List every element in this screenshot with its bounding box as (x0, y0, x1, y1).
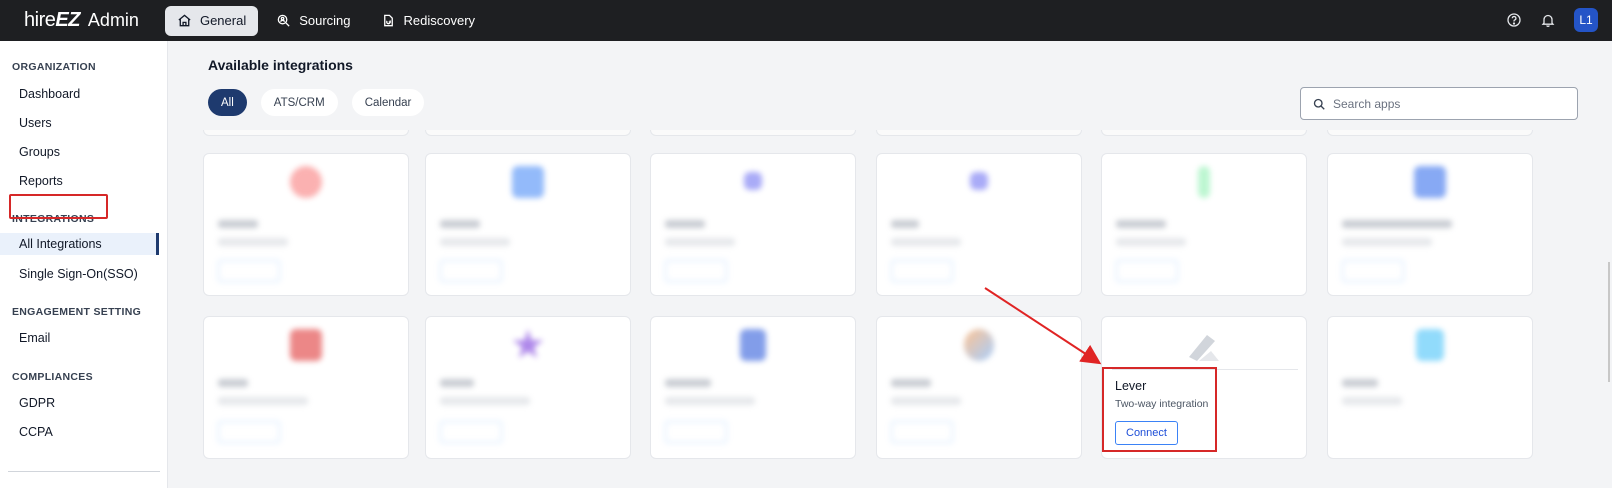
integration-card[interactable] (203, 153, 409, 296)
integration-card[interactable] (425, 153, 631, 296)
app-logo-icon (1416, 329, 1444, 361)
section-engagement-setting: ENGAGEMENT SETTING (12, 306, 142, 318)
sidebar-item-all-integrations[interactable]: All Integrations (0, 233, 159, 255)
rediscovery-icon (383, 14, 393, 27)
filter-ats-crm[interactable]: ATS/CRM (260, 89, 338, 116)
tab-general-label: General (199, 13, 247, 28)
section-compliances: COMPLIANCES (12, 371, 93, 383)
user-avatar[interactable]: L1 (1574, 8, 1598, 32)
brand-admin: Admin (87, 10, 139, 30)
filter-all[interactable]: All (208, 89, 247, 116)
app-logo-icon (290, 329, 322, 361)
app-logo-icon (1198, 166, 1210, 198)
sidebar-item-gdpr[interactable]: GDPR (0, 392, 167, 414)
lever-subtitle: Two-way integration (1115, 398, 1209, 410)
nav-tabs: General Sourcing Rediscovery (164, 5, 488, 36)
bell-icon[interactable] (1540, 12, 1556, 28)
app-logo-icon (290, 166, 322, 198)
help-icon[interactable] (1506, 12, 1522, 28)
sidebar-item-sso[interactable]: Single Sign-On(SSO) (0, 263, 167, 285)
app-logo-icon (744, 172, 762, 190)
app-logo-icon (512, 166, 544, 198)
sidebar-item-ccpa[interactable]: CCPA (0, 421, 167, 443)
app-logo-icon (964, 329, 994, 361)
integration-card[interactable] (425, 316, 631, 459)
card-divider (1112, 369, 1298, 370)
app-logo-icon (1414, 166, 1446, 198)
search-box[interactable] (1300, 87, 1578, 120)
card-edge (876, 130, 1082, 136)
tab-sourcing-label: Sourcing (299, 13, 351, 28)
tab-rediscovery[interactable]: Rediscovery (369, 6, 488, 36)
integration-card[interactable] (203, 316, 409, 459)
search-people-icon (277, 14, 290, 27)
sidebar: ORGANIZATION Dashboard Users Groups Repo… (0, 41, 168, 488)
home-icon (178, 14, 191, 27)
sidebar-item-users[interactable]: Users (0, 112, 167, 134)
app-logo-icon (970, 172, 988, 190)
search-icon (1313, 98, 1325, 110)
card-edge (425, 130, 631, 136)
card-edge (1101, 130, 1307, 136)
brand-hire: hire (24, 9, 56, 31)
integration-card[interactable] (650, 153, 856, 296)
page-title: Available integrations (208, 57, 353, 73)
integration-card[interactable] (876, 153, 1082, 296)
main-content: Available integrations All ATS/CRM Calen… (168, 41, 1612, 488)
filter-pills: All ATS/CRM Calendar (208, 89, 425, 116)
connect-button[interactable]: Connect (1115, 421, 1178, 445)
sidebar-item-email[interactable]: Email (0, 327, 167, 349)
card-edge (203, 130, 409, 136)
lever-card[interactable]: Lever Two-way integration Connect (1101, 316, 1307, 459)
section-organization: ORGANIZATION (12, 61, 96, 73)
top-bar: hire EZ Admin General Sourcing Rediscove… (0, 0, 1612, 41)
brand-ez: EZ (55, 9, 80, 31)
card-edge (650, 130, 856, 136)
integration-card[interactable] (1101, 153, 1307, 296)
card-edge (1327, 130, 1533, 136)
sidebar-item-groups[interactable]: Groups (0, 141, 167, 163)
integration-card[interactable] (876, 316, 1082, 459)
brand-logo[interactable]: hire EZ Admin (24, 9, 139, 32)
lever-logo-icon (1189, 335, 1219, 361)
tab-general[interactable]: General (164, 5, 259, 36)
search-input[interactable] (1333, 96, 1563, 111)
integration-card[interactable] (650, 316, 856, 459)
sidebar-item-reports[interactable]: Reports (0, 170, 167, 192)
star-logo-icon (512, 329, 544, 359)
filter-calendar[interactable]: Calendar (351, 89, 425, 116)
tab-rediscovery-label: Rediscovery (403, 13, 476, 28)
sidebar-divider (8, 471, 160, 472)
app-logo-icon (740, 329, 766, 361)
lever-name: Lever (1115, 379, 1147, 393)
sidebar-item-dashboard[interactable]: Dashboard (0, 83, 167, 105)
tab-sourcing[interactable]: Sourcing (264, 6, 362, 36)
integration-card[interactable] (1327, 153, 1533, 296)
section-integrations: INTEGRATIONS (12, 213, 95, 225)
integration-card[interactable] (1327, 316, 1533, 459)
scrollbar[interactable] (1608, 262, 1610, 382)
